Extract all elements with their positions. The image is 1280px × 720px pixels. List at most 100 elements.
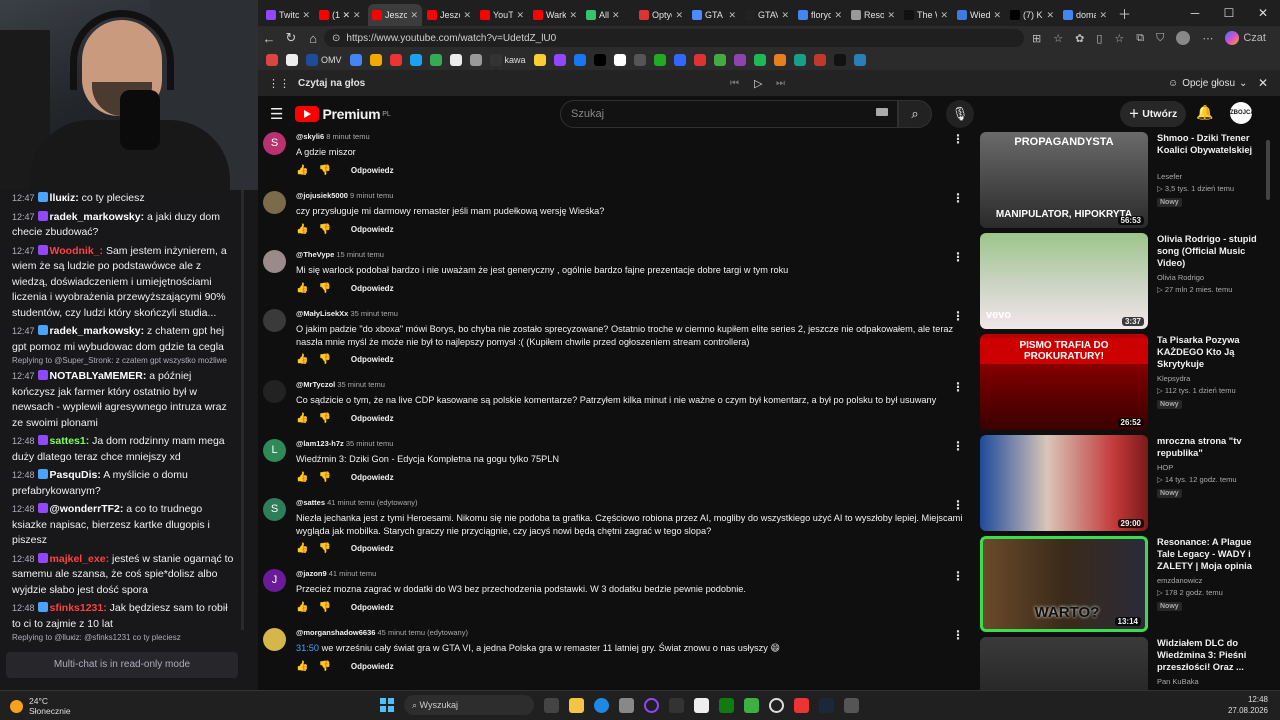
bookmark-item[interactable]: [833, 54, 846, 66]
weather-widget[interactable]: 24°C Słonecznie: [10, 696, 71, 716]
reply-button[interactable]: Odpowiedz: [351, 166, 394, 175]
comment-avatar[interactable]: J: [263, 569, 286, 592]
bookmark-item[interactable]: [469, 54, 482, 66]
browser-tab[interactable]: (7) Ki ✕: [1006, 4, 1058, 26]
video-channel[interactable]: Klepsydra: [1157, 374, 1190, 383]
comment-menu-icon[interactable]: ⋮: [952, 628, 964, 642]
comment-time[interactable]: 35 minut temu: [337, 380, 385, 389]
reply-button[interactable]: Odpowiedz: [351, 544, 394, 553]
browser-tab[interactable]: doma ✕: [1059, 4, 1111, 26]
tab-close-icon[interactable]: ✕: [516, 10, 524, 21]
media-icon[interactable]: [769, 697, 784, 713]
favorites-icon[interactable]: ☆: [1114, 32, 1124, 45]
menu-icon[interactable]: ☰: [270, 105, 283, 123]
comment-timestamp-link[interactable]: 31:50: [296, 643, 319, 653]
bookmark-item[interactable]: [429, 54, 442, 66]
reply-button[interactable]: Odpowiedz: [351, 225, 394, 234]
edge-icon[interactable]: [594, 697, 609, 713]
play-icon[interactable]: ▷: [754, 77, 762, 90]
install-icon[interactable]: ⊞: [1032, 32, 1041, 45]
comment-avatar[interactable]: [263, 191, 286, 214]
comment-avatar[interactable]: [263, 380, 286, 403]
copilot-chat-label[interactable]: Czat: [1243, 32, 1266, 44]
dislike-icon[interactable]: 👎: [318, 224, 330, 235]
tab-close-icon[interactable]: ✕: [353, 10, 361, 21]
video-title[interactable]: Shmoo - Dziki Trener Koalici Obywatelski…: [1157, 132, 1267, 156]
recommended-video[interactable]: Widziałem DLC do Wiedźmina 3: Pieśni prz…: [980, 637, 1270, 690]
bookmark-item[interactable]: [266, 54, 278, 66]
browser-tab[interactable]: (1 ✕ ✕: [315, 4, 367, 26]
previous-icon[interactable]: ⏮: [730, 78, 739, 89]
bookmark-item[interactable]: [693, 54, 706, 66]
dislike-icon[interactable]: 👎: [318, 543, 330, 554]
bookmark-item[interactable]: [409, 54, 422, 66]
tab-close-icon[interactable]: ✕: [1099, 10, 1107, 21]
comment-time[interactable]: 9 minut temu: [350, 191, 393, 200]
more-icon[interactable]: ⋯: [1202, 32, 1213, 45]
profile-avatar[interactable]: [1176, 31, 1191, 45]
video-channel[interactable]: emzdanowicz: [1157, 576, 1202, 585]
search-button[interactable]: ⌕: [898, 100, 932, 128]
comment-menu-icon[interactable]: ⋮: [952, 132, 964, 146]
recommended-video[interactable]: 29:00 mroczna strona "tv republika" HOP ▷ 1…: [980, 435, 1270, 531]
bookmark-item[interactable]: [733, 54, 746, 66]
bookmark-item[interactable]: [853, 54, 866, 66]
bookmark-item[interactable]: [793, 54, 806, 66]
star-icon[interactable]: ☆: [1053, 32, 1063, 45]
comment-handle[interactable]: @MrTyczol: [296, 380, 335, 389]
reply-button[interactable]: Odpowiedz: [351, 662, 394, 671]
reply-button[interactable]: Odpowiedz: [351, 414, 394, 423]
chat-username[interactable]: majkel_exe:: [50, 553, 110, 565]
tab-close-icon[interactable]: ✕: [728, 10, 736, 21]
bookmark-item[interactable]: [553, 54, 566, 66]
tab-close-icon[interactable]: ✕: [834, 10, 842, 21]
video-channel[interactable]: Lesefer: [1157, 172, 1182, 181]
chat-username[interactable]: lluкiz:: [50, 192, 79, 204]
comment-menu-icon[interactable]: ⋮: [952, 191, 964, 205]
bookmark-item[interactable]: [813, 54, 826, 66]
minimize-button[interactable]: ─: [1178, 0, 1212, 26]
terminal-icon[interactable]: [669, 697, 684, 713]
search-input[interactable]: Szukaj: [560, 100, 898, 128]
comment-time[interactable]: 8 minut temu: [326, 132, 369, 141]
notifications-bell-icon[interactable]: 🔔: [1196, 104, 1213, 121]
tab-close-icon[interactable]: ✕: [569, 10, 577, 21]
bookmark-item[interactable]: [533, 54, 546, 66]
steam-icon[interactable]: [819, 697, 834, 713]
chat-username[interactable]: sfinks1231:: [50, 602, 107, 614]
reply-button[interactable]: Odpowiedz: [351, 473, 394, 482]
start-button[interactable]: [380, 698, 394, 712]
reply-button[interactable]: Odpowiedz: [351, 284, 394, 293]
account-avatar[interactable]: ZBOJCA: [1230, 102, 1255, 124]
tab-close-icon[interactable]: ✕: [675, 10, 683, 21]
close-window-button[interactable]: ✕: [1246, 0, 1280, 26]
voice-search-icon[interactable]: 🎙: [946, 100, 974, 128]
like-icon[interactable]: 👍: [296, 224, 308, 235]
bookmark-item[interactable]: [349, 54, 362, 66]
like-icon[interactable]: 👍: [296, 354, 308, 365]
page-scrollbar[interactable]: [1266, 140, 1270, 200]
tab-close-icon[interactable]: ✕: [463, 10, 471, 21]
bookmark-item[interactable]: [593, 54, 606, 66]
comment-time[interactable]: 15 minut temu: [336, 250, 384, 259]
dislike-icon[interactable]: 👎: [318, 354, 330, 365]
bookmark-item[interactable]: [286, 54, 298, 66]
tab-close-icon[interactable]: ✕: [781, 10, 789, 21]
comment-avatar[interactable]: L: [263, 439, 286, 462]
video-thumbnail[interactable]: WARTO? 13:14: [980, 536, 1148, 632]
browser-tab[interactable]: Wiedź✕: [953, 4, 1005, 26]
browser-tab[interactable]: Optyc✕: [635, 4, 687, 26]
like-icon[interactable]: 👍: [296, 165, 308, 176]
close-reader-icon[interactable]: ✕: [1258, 76, 1268, 90]
split-icon[interactable]: ▯: [1096, 32, 1102, 45]
dislike-icon[interactable]: 👎: [318, 165, 330, 176]
keyboard-icon[interactable]: [876, 108, 888, 116]
comment-handle[interactable]: @MałyLisekXx: [296, 309, 348, 318]
video-thumbnail[interactable]: PISMO TRAFIA DO PROKURATURY! 26:52: [980, 334, 1148, 430]
voice-options-button[interactable]: ☺ Opcje głosu ⌄: [1168, 78, 1247, 89]
video-thumbnail[interactable]: PROPAGANDYSTA MANIPULATOR, HIPOKRYTA 56:53: [980, 132, 1148, 228]
bookmark-item[interactable]: [389, 54, 402, 66]
browser-tab[interactable]: Twitch✕: [262, 4, 314, 26]
comment-avatar[interactable]: [263, 309, 286, 332]
comment-time[interactable]: 41 minut temu: [329, 569, 377, 578]
